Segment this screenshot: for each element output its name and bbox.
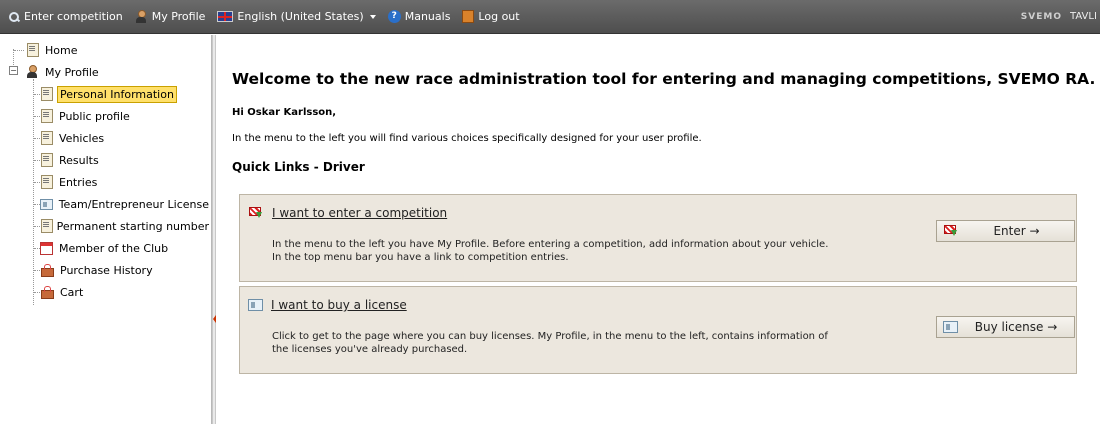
main-content: Welcome to the new race administration t… (218, 35, 1100, 424)
page-title: Welcome to the new race administration t… (232, 70, 1096, 88)
brand-right-text: TÄVLI (1070, 12, 1100, 22)
tree-item-public-profile[interactable]: Public profile (0, 105, 211, 127)
tree-item-label: Cart (60, 285, 84, 299)
card-description: In the menu to the left you have My Prof… (272, 239, 829, 263)
greeting-text: Hi Oskar Karlsson, (232, 107, 337, 118)
tree-item-label: Purchase History (60, 263, 153, 277)
card-title: I want to buy a license (248, 298, 407, 312)
my-profile-menu[interactable]: My Profile (129, 0, 212, 34)
card-description: Click to get to the page where you can b… (272, 331, 828, 355)
tree-item-my-profile[interactable]: − My Profile (0, 61, 211, 83)
buy-license-button[interactable]: Buy license → (936, 316, 1075, 338)
tree-item-vehicles[interactable]: Vehicles (0, 127, 211, 149)
tree-item-purchase-history[interactable]: Purchase History (0, 259, 211, 281)
cart-icon (40, 285, 54, 299)
license-icon (248, 299, 263, 311)
document-icon (40, 175, 53, 189)
tree-item-label: Personal Information (57, 85, 177, 103)
tree-item-results[interactable]: Results (0, 149, 211, 171)
tree-item-label: Entries (59, 175, 98, 189)
enter-competition-label: Enter competition (24, 10, 123, 23)
tree-item-label: Team/Entrepreneur License (58, 197, 209, 211)
tree-item-label: Member of the Club (59, 241, 169, 255)
log-out-menu[interactable]: Log out (456, 0, 525, 34)
language-selector[interactable]: English (United States) (211, 0, 381, 34)
log-out-label: Log out (478, 10, 520, 23)
manuals-label: Manuals (404, 10, 451, 23)
document-icon (26, 43, 39, 57)
intro-text: In the menu to the left you will find va… (232, 133, 702, 144)
document-icon (40, 109, 53, 123)
document-icon (40, 87, 53, 101)
brand-area: SVEMO TÄVLI (1021, 0, 1100, 34)
buy-license-button-label: Buy license → (974, 320, 1058, 334)
cart-icon (40, 263, 54, 277)
collapse-icon[interactable]: − (9, 66, 18, 75)
search-icon (8, 11, 20, 23)
race-flag-icon (248, 206, 264, 220)
navigation-tree: Home − My Profile Personal Information Pu… (0, 35, 212, 424)
document-icon (40, 131, 53, 145)
tree-item-label: My Profile (45, 65, 99, 79)
person-icon (26, 65, 39, 79)
person-icon (135, 9, 148, 24)
panel-splitter[interactable] (212, 35, 216, 424)
language-label: English (United States) (237, 10, 364, 23)
tree-item-home[interactable]: Home (0, 39, 211, 61)
tree-item-label: Vehicles (59, 131, 105, 145)
calendar-icon (40, 241, 53, 255)
help-icon: ? (387, 10, 401, 23)
license-icon (943, 321, 958, 333)
chevron-down-icon (369, 14, 376, 19)
tree-item-entries[interactable]: Entries (0, 171, 211, 193)
license-icon (40, 198, 53, 210)
logout-icon (462, 10, 475, 23)
tree-item-label: Home (45, 43, 78, 57)
tree-item-label: Public profile (59, 109, 130, 123)
flag-icon (217, 11, 234, 22)
buy-license-link[interactable]: I want to buy a license (271, 298, 407, 312)
tree-item-permanent-starting-number[interactable]: Permanent starting number (0, 215, 211, 237)
enter-competition-link[interactable]: I want to enter a competition (272, 206, 447, 220)
tree-item-team-entrepreneur-license[interactable]: Team/Entrepreneur License (0, 193, 211, 215)
card-title: I want to enter a competition (248, 206, 447, 220)
document-icon (40, 153, 53, 167)
tree-item-label: Permanent starting number (56, 219, 209, 233)
document-icon (40, 219, 53, 233)
tree-item-label: Results (59, 153, 99, 167)
enter-button-label: Enter → (993, 224, 1040, 238)
manuals-menu[interactable]: ? Manuals (382, 0, 457, 34)
quick-links-heading: Quick Links - Driver (232, 160, 365, 174)
tree-item-cart[interactable]: Cart (0, 281, 211, 303)
enter-button[interactable]: Enter → (936, 220, 1075, 242)
tree-item-member-of-the-club[interactable]: Member of the Club (0, 237, 211, 259)
enter-competition-card: I want to enter a competition In the men… (239, 194, 1077, 282)
enter-competition-menu[interactable]: Enter competition (0, 0, 129, 34)
top-menu-bar: Enter competition My Profile English (Un… (0, 0, 1100, 34)
buy-license-card: I want to buy a license Click to get to … (239, 286, 1077, 374)
tree-item-personal-information[interactable]: Personal Information (0, 83, 211, 105)
collapse-arrow-icon[interactable] (213, 315, 216, 323)
race-flag-icon (943, 224, 959, 238)
brand-right-label: TÄVLI (1070, 12, 1097, 22)
my-profile-label: My Profile (151, 10, 206, 23)
svemo-logo: SVEMO (1020, 12, 1062, 22)
